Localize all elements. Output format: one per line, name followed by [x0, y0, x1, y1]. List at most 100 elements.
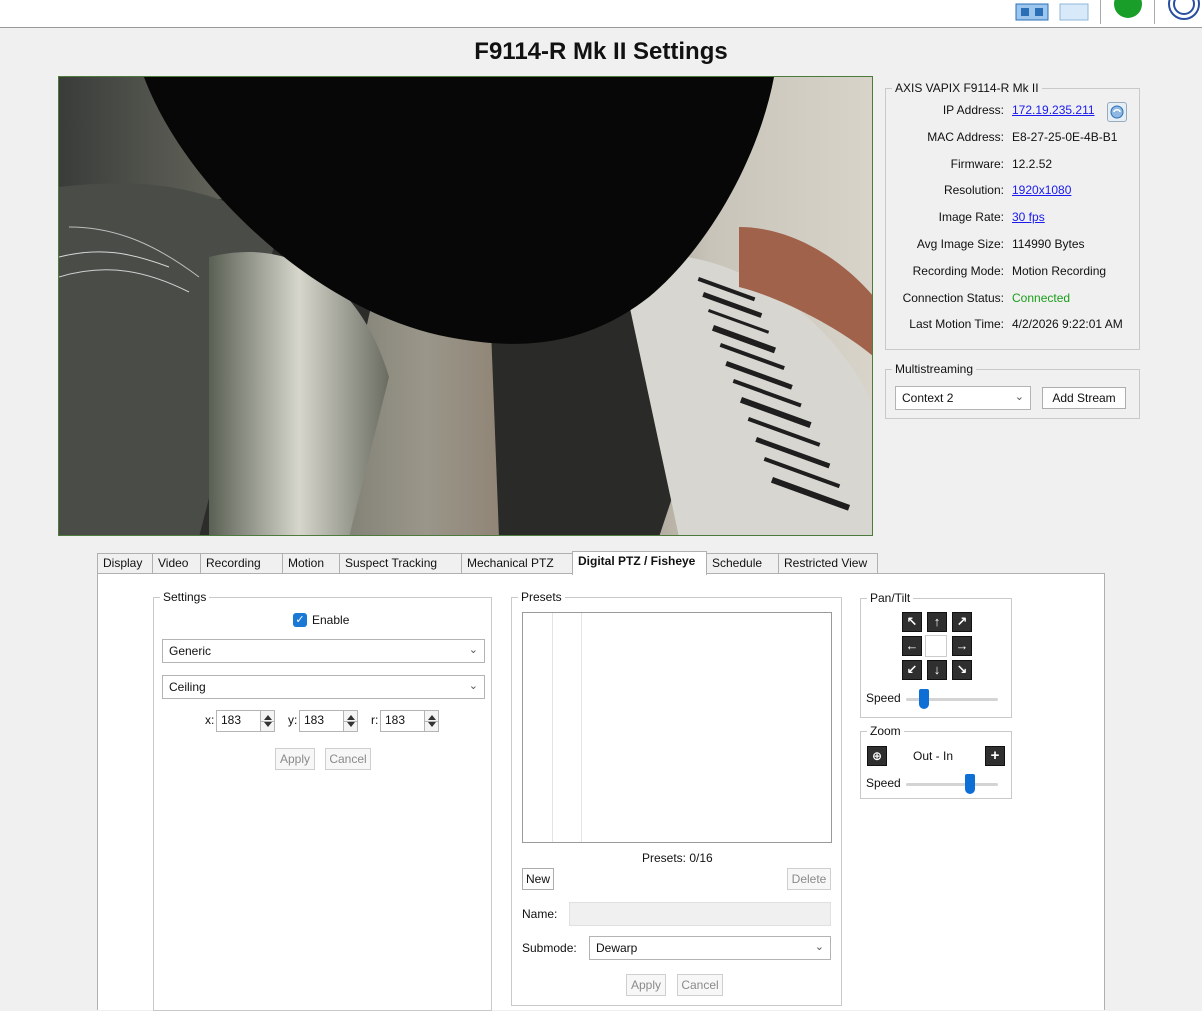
info-value: Connected	[1012, 290, 1071, 305]
info-row: Resolution: 1920x1080	[886, 183, 1134, 203]
info-row: Firmware: 12.2.52	[886, 157, 1134, 177]
tab-recording[interactable]: Recording	[200, 553, 283, 574]
info-value-link[interactable]: 30 fps	[1012, 210, 1045, 224]
r-field[interactable]: 183	[380, 710, 426, 732]
y-spinner[interactable]	[343, 710, 358, 732]
presets-group: Presets Presets: 0/16 New Delete Name: S…	[511, 590, 842, 1006]
camera-info-title: AXIS VAPIX F9114-R Mk II	[892, 81, 1042, 95]
presets-list-divider	[581, 613, 582, 842]
fisheye-settings-group: Settings ✓ Enable Generic ⌄ Ceiling ⌄ x:…	[153, 590, 492, 1011]
add-stream-button[interactable]: Add Stream	[1042, 387, 1126, 409]
ip-browser-icon[interactable]	[1107, 102, 1127, 122]
delete-preset-button[interactable]: Delete	[787, 868, 831, 890]
pan-down-right-button[interactable]: ↘	[952, 660, 972, 680]
camera-info-group: AXIS VAPIX F9114-R Mk II IP Address: 172.…	[885, 81, 1140, 350]
info-row: Connection Status: Connected	[886, 291, 1134, 311]
pan-right-button[interactable]: →	[952, 636, 972, 656]
blue-globe-icon[interactable]	[1162, 0, 1202, 24]
tab-schedule[interactable]: Schedule	[706, 553, 779, 574]
presets-cancel-button[interactable]: Cancel	[677, 974, 723, 996]
multistreaming-group: Multistreaming Context 2 ⌄ Add Stream	[885, 362, 1140, 419]
pan-up-left-button[interactable]: ↖	[902, 612, 922, 632]
tab-suspect-tracking[interactable]: Suspect Tracking	[339, 553, 462, 574]
submode-select[interactable]: Dewarp ⌄	[589, 936, 831, 960]
pan-left-button[interactable]: ←	[902, 636, 922, 656]
info-label: MAC Address:	[927, 129, 1004, 144]
tilt-up-button[interactable]: ↑	[927, 612, 947, 632]
zoom-speed-slider[interactable]	[965, 774, 976, 794]
submode-label: Submode:	[522, 941, 577, 955]
monitor-icon[interactable]	[1012, 0, 1052, 24]
blank-tile-icon[interactable]	[1056, 0, 1092, 24]
info-label: Avg Image Size:	[916, 237, 1004, 251]
zoom-label: Out - In	[913, 749, 954, 763]
info-label: Firmware:	[950, 156, 1004, 171]
info-row: Avg Image Size: 114990 Bytes	[886, 237, 1134, 257]
tab-digital-ptz-fisheye[interactable]: Digital PTZ / Fisheye	[572, 551, 707, 575]
info-row: MAC Address: E8-27-25-0E-4B-B1	[886, 130, 1134, 150]
zoom-in-button[interactable]: +	[985, 746, 1005, 766]
tilt-down-button[interactable]: ↓	[927, 660, 947, 680]
r-spinner[interactable]	[424, 710, 439, 732]
zoom-title: Zoom	[867, 724, 904, 738]
zoom-group: Zoom ⊕ Out - In + Speed	[860, 724, 1012, 799]
zoom-speed-track	[906, 783, 998, 786]
lens-type-select[interactable]: Generic ⌄	[162, 639, 485, 663]
info-value-link[interactable]: 172.19.235.211	[1012, 103, 1095, 117]
stream-context-select[interactable]: Context 2 ⌄	[895, 386, 1031, 410]
new-preset-button[interactable]: New	[522, 868, 554, 890]
zoom-out-button[interactable]: ⊕	[867, 746, 887, 766]
x-spinner[interactable]	[260, 710, 275, 732]
stream-context-value: Context 2	[902, 391, 954, 405]
y-field[interactable]: 183	[299, 710, 345, 732]
pan-tilt-group: Pan/Tilt ↖ ↑ ↗ ← → ↙ ↓ ↘ Speed	[860, 591, 1012, 718]
pan-tilt-center[interactable]	[925, 635, 947, 657]
tab-video[interactable]: Video	[152, 553, 201, 574]
name-label: Name:	[522, 907, 558, 921]
chevron-down-icon: ⌄	[814, 941, 824, 953]
chevron-down-icon: ⌄	[468, 680, 478, 692]
settings-cancel-button[interactable]: Cancel	[325, 748, 371, 770]
green-status-icon[interactable]	[1110, 0, 1146, 24]
info-value: 114990 Bytes	[1012, 237, 1085, 251]
y-label: y:	[288, 713, 298, 727]
info-row: Last Motion Time: 4/2/2026 9:22:01 AM	[886, 317, 1134, 337]
info-row: Recording Mode: Motion Recording	[886, 264, 1134, 284]
x-field[interactable]: 183	[216, 710, 262, 732]
lens-type-value: Generic	[169, 644, 212, 658]
info-value-link[interactable]: 1920x1080	[1012, 183, 1071, 197]
info-label: IP Address:	[942, 103, 1004, 117]
pan-up-right-button[interactable]: ↗	[952, 612, 972, 632]
presets-apply-button[interactable]: Apply	[626, 974, 666, 996]
r-label: r:	[371, 713, 379, 727]
info-value: 12.2.52	[1012, 156, 1053, 171]
info-label: Resolution:	[943, 183, 1004, 198]
toolbar-separator	[1100, 0, 1101, 24]
toolbar-separator	[1154, 0, 1155, 24]
preset-name-input[interactable]	[569, 902, 831, 926]
submode-value: Dewarp	[596, 941, 638, 955]
tab-motion[interactable]: Motion	[282, 553, 340, 574]
tab-restricted-view[interactable]: Restricted View	[778, 553, 878, 574]
info-label: Recording Mode:	[912, 263, 1004, 278]
pan-tilt-speed-slider[interactable]	[919, 689, 930, 709]
info-value: E8-27-25-0E-4B-B1	[1012, 129, 1118, 144]
x-label: x:	[205, 713, 215, 727]
pan-down-left-button[interactable]: ↙	[902, 660, 922, 680]
settings-apply-button[interactable]: Apply	[275, 748, 315, 770]
info-value: 4/2/2026 9:22:01 AM	[1012, 317, 1123, 332]
info-label: Connection Status:	[902, 290, 1004, 305]
presets-list[interactable]	[522, 612, 832, 843]
camera-video-feed[interactable]	[58, 76, 873, 536]
zoom-speed-label: Speed	[866, 776, 901, 790]
presets-count: Presets: 0/16	[642, 851, 713, 865]
enable-checkbox[interactable]: ✓	[293, 613, 307, 627]
presets-title: Presets	[518, 590, 565, 604]
tab-display[interactable]: Display	[97, 553, 153, 574]
presets-list-divider	[552, 613, 553, 842]
tab-panel-digital-ptz: Settings ✓ Enable Generic ⌄ Ceiling ⌄ x:…	[97, 573, 1105, 1011]
info-row: IP Address: 172.19.235.211	[886, 103, 1134, 123]
top-toolbar	[0, 0, 1202, 28]
mount-select[interactable]: Ceiling ⌄	[162, 675, 485, 699]
tab-mechanical-ptz[interactable]: Mechanical PTZ	[461, 553, 573, 574]
